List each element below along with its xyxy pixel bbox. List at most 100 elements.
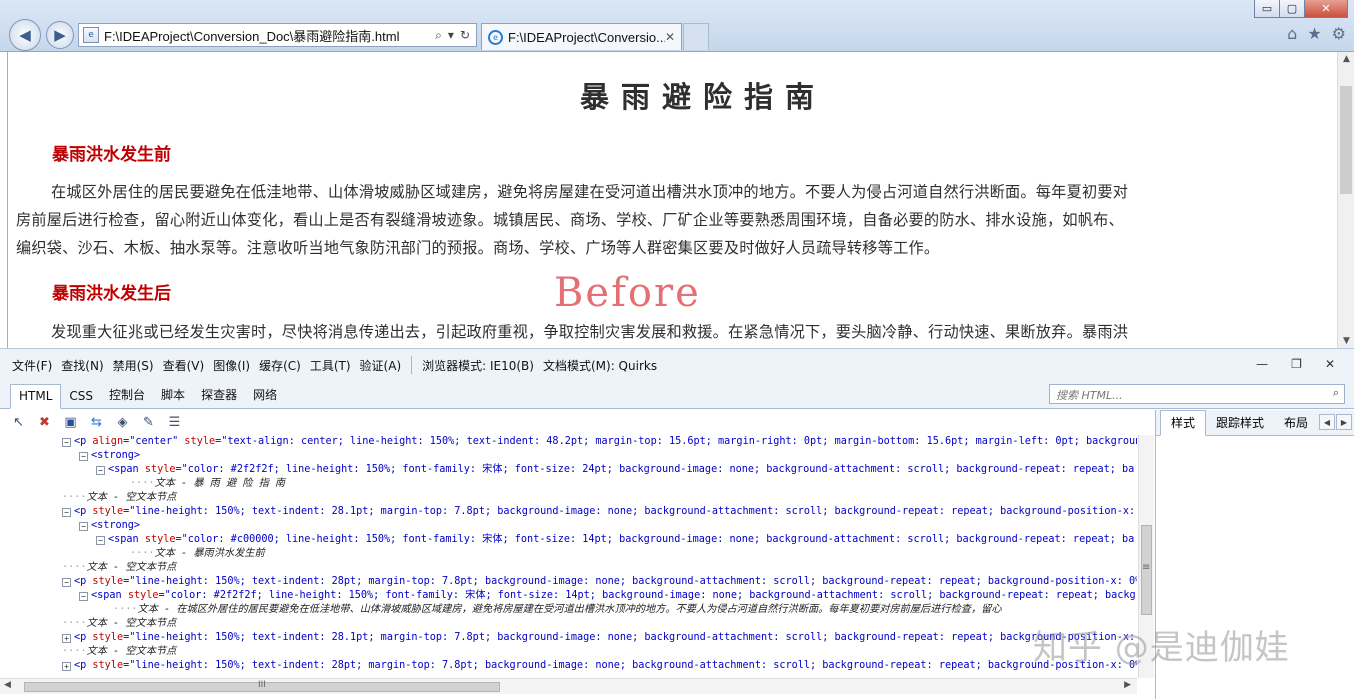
tab-layout[interactable]: 布局	[1274, 411, 1318, 435]
edit-icon[interactable]: ✎	[140, 414, 157, 431]
menu-disable[interactable]: 禁用(S)	[113, 357, 154, 374]
collapse-icon[interactable]: −	[79, 522, 88, 531]
close-window-button[interactable]: ✕	[1304, 0, 1348, 18]
dom-tree-node[interactable]: ····文本 - 空文本节点	[62, 617, 176, 631]
tab-console[interactable]: 控制台	[101, 382, 153, 408]
menu-validate[interactable]: 验证(A)	[360, 357, 402, 374]
scroll-left-icon[interactable]: ◀	[4, 680, 11, 690]
collapse-icon[interactable]: −	[79, 592, 88, 601]
favorites-icon[interactable]: ★	[1307, 24, 1321, 43]
dom-tree-node[interactable]: − <p style="line-height: 150%; text-inden…	[62, 505, 1137, 519]
dom-tree-node[interactable]: − <span style="color: #c00000; line-heigh…	[96, 533, 1134, 547]
window-controls: ▭ ▢ ✕	[1254, 0, 1348, 18]
tree-connector: ····	[62, 492, 87, 503]
forward-button[interactable]: ▶	[46, 21, 74, 49]
tree-connector: ····	[130, 548, 155, 559]
menu-tools[interactable]: 工具(T)	[310, 357, 351, 374]
dom-tree-node[interactable]: ····文本 - 空文本节点	[62, 561, 176, 575]
close-tab-icon[interactable]: ✕	[665, 30, 675, 44]
code-token: <span	[91, 590, 128, 601]
select-element-icon[interactable]: ↖	[10, 414, 27, 431]
dom-tree-node[interactable]: + <p style="line-height: 150%; text-inden…	[62, 659, 1137, 673]
minimize-devtools-icon[interactable]: —	[1256, 357, 1268, 371]
scroll-right-icon[interactable]: ▶	[1124, 680, 1131, 690]
dom-tree-node[interactable]: ····文本 - 在城区外居住的居民要避免在低洼地带、山体滑坡威胁区域建房，避免…	[113, 603, 1002, 617]
scrollbar-thumb[interactable]	[1340, 86, 1352, 194]
collapse-icon[interactable]: −	[62, 438, 71, 447]
tab-script[interactable]: 脚本	[153, 382, 193, 408]
scroll-up-icon[interactable]: ▲	[1338, 54, 1354, 64]
document-scrollbar[interactable]: ▲ ▼	[1337, 52, 1354, 348]
dom-tree-node[interactable]: ····文本 - 暴雨洪水发生前	[130, 547, 265, 561]
save-icon[interactable]: ▣	[62, 414, 79, 431]
code-token: style	[92, 506, 124, 517]
html-toolbar: ↖ ✖ ▣ ⇆ ◈ ✎ ☰	[0, 410, 1152, 435]
tab-profiler[interactable]: 探查器	[193, 382, 245, 408]
tab-trace-styles[interactable]: 跟踪样式	[1206, 411, 1274, 435]
dom-tree-node[interactable]: + <p style="line-height: 150%; text-inden…	[62, 631, 1137, 645]
menu-file[interactable]: 文件(F)	[12, 357, 52, 374]
dom-tree-node[interactable]: − <span style="color: #2f2f2f; line-heigh…	[96, 463, 1134, 477]
back-button[interactable]: ◀	[9, 19, 41, 51]
dom-tree-node[interactable]: − <strong>	[79, 449, 140, 463]
html-search-input[interactable]: 搜索 HTML... ⌕	[1049, 384, 1345, 404]
dom-tree-node[interactable]: ····文本 - 暴 雨 避 险 指 南	[130, 477, 285, 491]
undock-devtools-icon[interactable]: ❐	[1291, 357, 1302, 371]
scroll-down-icon[interactable]: ▼	[1338, 336, 1354, 346]
search-icon[interactable]: ⌕	[1333, 386, 1339, 400]
collapse-icon[interactable]: −	[79, 452, 88, 461]
maximize-button[interactable]: ▢	[1279, 0, 1305, 18]
devtools-menu-bar: 文件(F) 查找(N) 禁用(S) 查看(V) 图像(I) 缓存(C) 工具(T…	[0, 349, 1354, 381]
collapse-icon[interactable]: −	[62, 508, 71, 517]
dom-tree-node[interactable]: ····文本 - 空文本节点	[62, 645, 176, 659]
code-token: style	[184, 436, 216, 447]
tab-html[interactable]: HTML	[10, 384, 62, 409]
collapse-icon[interactable]: −	[62, 578, 71, 587]
collapse-icon[interactable]: −	[96, 466, 105, 475]
menu-images[interactable]: 图像(I)	[213, 357, 250, 374]
address-url[interactable]: F:\IDEAProject\Conversion_Doc\暴雨避险指南.htm…	[104, 26, 435, 45]
new-tab-button[interactable]	[683, 23, 709, 50]
before-watermark: Before	[554, 270, 701, 316]
scroll-tabs-left-icon[interactable]: ◀	[1319, 414, 1335, 430]
dom-tree-node[interactable]: − <p style="line-height: 150%; text-inden…	[62, 575, 1137, 589]
tab-network[interactable]: 网络	[245, 382, 285, 408]
dom-tree-node[interactable]: ····文本 - 空文本节点	[62, 491, 176, 505]
search-icon[interactable]: ⌕	[435, 28, 442, 43]
dom-tree[interactable]: − <p align="center" style="text-align: ce…	[0, 435, 1137, 678]
refresh-icon[interactable]: ↻	[460, 28, 470, 43]
code-token: style	[144, 534, 176, 545]
tree-connector: ····	[62, 562, 87, 573]
document-mode-menu[interactable]: 文档模式(M): Quirks	[543, 357, 657, 374]
collapse-icon[interactable]: −	[96, 536, 105, 545]
dom-tree-node[interactable]: − <span style="color: #2f2f2f; line-heigh…	[79, 589, 1136, 603]
menu-cache[interactable]: 缓存(C)	[259, 357, 301, 374]
code-token: 文本 - 空文本节点	[86, 492, 177, 503]
dom-tree-horizontal-scrollbar[interactable]: ◀ III ▶	[0, 678, 1137, 694]
refresh-dom-icon[interactable]: ⇆	[88, 414, 105, 431]
tab-css[interactable]: CSS	[61, 385, 101, 408]
browser-mode-menu[interactable]: 浏览器模式: IE10(B)	[422, 357, 534, 374]
dom-tree-node[interactable]: − <strong>	[79, 519, 140, 533]
dropdown-icon[interactable]: ▾	[448, 28, 454, 43]
clear-icon[interactable]: ✖	[36, 414, 53, 431]
code-token: style	[92, 660, 124, 671]
menu-find[interactable]: 查找(N)	[61, 357, 103, 374]
close-devtools-icon[interactable]: ✕	[1325, 357, 1335, 371]
page-icon: e	[83, 27, 99, 43]
dom-tree-node[interactable]: − <p align="center" style="text-align: ce…	[62, 435, 1137, 449]
dom-view-icon[interactable]: ◈	[114, 414, 131, 431]
menu-view[interactable]: 查看(V)	[163, 357, 205, 374]
scroll-tabs-right-icon[interactable]: ▶	[1336, 414, 1352, 430]
tab-style[interactable]: 样式	[1160, 410, 1207, 436]
code-token: 文本 - 暴雨洪水发生前	[154, 548, 265, 559]
word-wrap-icon[interactable]: ☰	[166, 414, 183, 431]
home-icon[interactable]: ⌂	[1287, 24, 1297, 43]
address-bar[interactable]: e F:\IDEAProject\Conversion_Doc\暴雨避险指南.h…	[78, 23, 477, 47]
expand-icon[interactable]: +	[62, 662, 71, 671]
expand-icon[interactable]: +	[62, 634, 71, 643]
browser-tab[interactable]: e F:\IDEAProject\Conversio... ✕	[481, 23, 682, 50]
minimize-button[interactable]: ▭	[1254, 0, 1280, 18]
gear-icon[interactable]: ⚙	[1332, 24, 1346, 43]
code-token: <strong>	[91, 450, 141, 461]
